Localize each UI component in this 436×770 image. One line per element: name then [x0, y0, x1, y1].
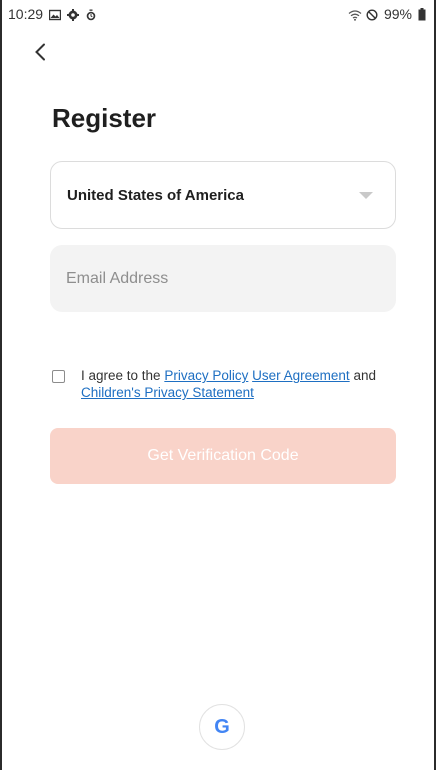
settings-icon	[67, 8, 80, 21]
agreement-row: I agree to the Privacy Policy User Agree…	[52, 367, 402, 401]
status-left: 10:29	[8, 6, 97, 22]
back-button[interactable]	[28, 40, 52, 64]
user-agreement-link[interactable]: User Agreement	[252, 368, 350, 383]
agreement-text: I agree to the Privacy Policy User Agree…	[81, 367, 376, 401]
country-select[interactable]: United States of America	[50, 161, 396, 229]
agree-checkbox[interactable]	[52, 370, 65, 383]
battery-percent: 99%	[383, 6, 412, 22]
agreement-and: and	[353, 368, 376, 383]
wifi-icon	[348, 8, 362, 21]
status-bar: 10:29 99%	[0, 0, 436, 28]
image-icon	[48, 8, 62, 21]
chevron-left-icon	[35, 43, 45, 61]
email-field[interactable]	[50, 245, 396, 312]
childrens-privacy-link[interactable]: Children's Privacy Statement	[81, 385, 254, 400]
status-right: 99%	[348, 6, 430, 22]
chevron-down-icon	[359, 191, 373, 199]
alarm-icon	[85, 8, 97, 21]
page-title: Register	[52, 103, 157, 133]
agreement-prefix: I agree to the	[81, 368, 161, 383]
get-verification-code-button[interactable]: Get Verification Code	[50, 428, 396, 484]
do-not-disturb-icon	[366, 8, 378, 21]
privacy-policy-link[interactable]: Privacy Policy	[164, 368, 248, 383]
country-value: United States of America	[67, 186, 244, 204]
battery-icon	[418, 8, 430, 21]
google-login-button[interactable]: G	[199, 704, 245, 750]
google-icon: G	[214, 715, 230, 738]
status-time: 10:29	[8, 6, 44, 22]
